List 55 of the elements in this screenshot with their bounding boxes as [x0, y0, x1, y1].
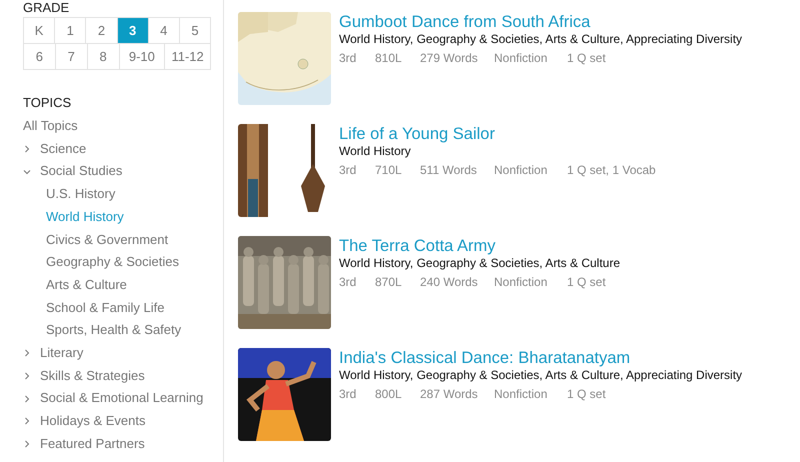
grade-option[interactable]: 9-10 — [118, 44, 164, 69]
chevron-right-icon — [23, 349, 31, 358]
grade-option[interactable]: 1 — [54, 18, 86, 43]
article-title[interactable]: Life of a Young Sailor — [339, 124, 687, 144]
subtopic-link[interactable]: U.S. History — [23, 183, 223, 206]
word-count: 511 Words — [420, 163, 478, 178]
chevron-right-icon — [23, 417, 31, 426]
topic-link[interactable]: Featured Partners — [40, 432, 145, 456]
grade-level: 3rd — [339, 387, 358, 402]
lexile-level: 870L — [375, 275, 403, 290]
chevron-right-icon — [23, 394, 31, 403]
lexile-level: 710L — [375, 163, 403, 178]
activity-count: 1 Q set — [567, 51, 607, 66]
topic-link[interactable]: Skills & Strategies — [40, 364, 145, 388]
topic-link[interactable]: Social & Emotional Learning — [40, 387, 204, 410]
article-topics: World History, Geography & Societies, Arts & Culture, Appreciating Diversity — [339, 32, 742, 47]
topics-heading: TOPICS — [23, 95, 72, 110]
lexile-level: 800L — [375, 387, 403, 402]
subtopic-link[interactable]: Geography & Societies — [23, 251, 223, 274]
grade-level: 3rd — [339, 275, 358, 290]
word-count: 279 Words — [420, 51, 479, 66]
topic-link[interactable]: Holidays & Events — [40, 410, 146, 433]
subtopic-link[interactable]: School & Family Life — [23, 296, 223, 320]
word-count: 287 Words — [420, 387, 479, 402]
genre: Nonfiction — [494, 275, 548, 290]
topic-link[interactable]: Social Studies — [40, 160, 122, 184]
activity-count: 1 Q set — [567, 275, 607, 290]
subtopic-link[interactable]: Civics & Government — [23, 228, 223, 252]
word-count: 240 Words — [420, 275, 479, 290]
activity-count: 1 Q set, 1 Vocab — [567, 163, 657, 178]
article-title[interactable]: India's Classical Dance: Bharatanatyam — [339, 348, 742, 368]
article-topics: World History, Geography & Societies, Arts & Culture — [339, 256, 621, 271]
topic-link[interactable]: All Topics — [23, 115, 223, 138]
activity-count: 1 Q set — [567, 387, 607, 402]
genre: Nonfiction — [494, 163, 548, 178]
chevron-right-icon — [23, 372, 31, 380]
grade-level: 3rd — [339, 51, 358, 66]
article-title[interactable]: The Terra Cotta Army — [339, 236, 687, 256]
topic-link[interactable]: Science — [40, 138, 86, 160]
grade-level: 3rd — [339, 163, 358, 178]
genre: Nonfiction — [494, 51, 548, 66]
article-topics: World History — [339, 144, 412, 159]
topic-link[interactable]: Literary — [40, 342, 84, 365]
subtopic-link[interactable]: Sports, Health & Safety — [23, 319, 223, 342]
lexile-level: 810L — [375, 51, 403, 66]
grade-option[interactable]: 3 — [116, 18, 148, 43]
chevron-right-icon — [23, 440, 31, 448]
chevron-right-icon — [23, 145, 31, 154]
chevron-down-icon — [23, 168, 31, 176]
grade-heading: GRADE — [23, 0, 70, 15]
article-topics: World History, Geography & Societies, Arts & Culture, Appreciating Diversity — [339, 368, 742, 383]
article-title[interactable]: Gumboot Dance from South Africa — [339, 12, 742, 32]
subtopic-link[interactable]: Arts & Culture — [23, 274, 223, 297]
genre: Nonfiction — [494, 387, 548, 402]
subtopic-link[interactable]: World History — [23, 206, 223, 229]
